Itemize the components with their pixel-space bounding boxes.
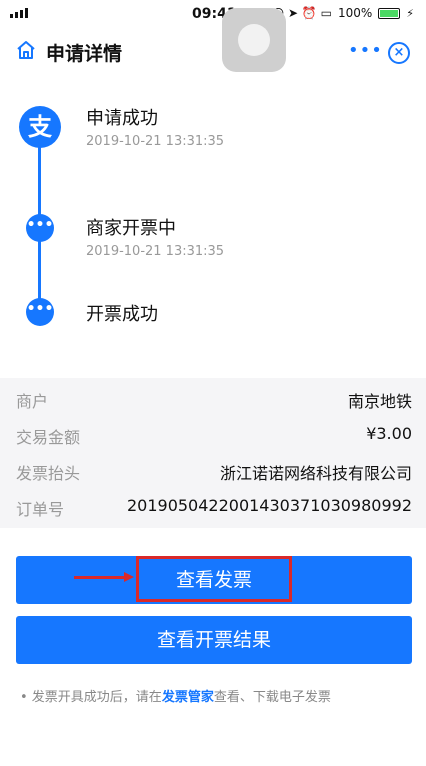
detail-label: 商户: [16, 392, 49, 411]
step-time-issuing: 2019-10-21 13:31:35: [86, 244, 225, 259]
status-icons: @ ➤ ⏰ ▭ 100% ⚡: [272, 6, 414, 20]
battery-icon: [378, 7, 401, 19]
home-icon[interactable]: [16, 40, 36, 60]
detail-label: 订单号: [16, 500, 65, 519]
detail-row-merchant: 商户 南京地铁: [16, 382, 412, 418]
page-title: 申请详情: [46, 43, 123, 65]
step-title-applied: 申请成功: [86, 108, 158, 129]
charging-icon: ⚡: [406, 6, 414, 20]
tip-suffix: 查看、下载电子发票: [213, 690, 331, 705]
view-result-button[interactable]: 查看开票结果: [16, 616, 412, 664]
signal-icon: [10, 8, 28, 18]
detail-row-invoice-title: 发票抬头 浙江诺诺网络科技有限公司: [16, 454, 412, 490]
progress-timeline: 支 申请成功 2019-10-21 13:31:35 ••• 商家开票中 201…: [0, 84, 426, 360]
invoice-details: 商户 南京地铁 交易金额 ¥3.00 发票抬头 浙江诺诺网络科技有限公司 订单号…: [0, 378, 426, 528]
detail-value: 2019050422001430371030980992: [126, 496, 412, 515]
more-icon[interactable]: •••: [348, 42, 383, 60]
step-dot-icon: •••: [26, 214, 54, 242]
battery-percent: 100%: [337, 6, 373, 20]
step-dot-icon: •••: [26, 298, 54, 326]
detail-value: 浙江诺诺网络科技有限公司: [219, 464, 412, 483]
detail-row-order-number: 订单号 2019050422001430371030980992: [16, 490, 412, 526]
tip-text: • 发票开具成功后，请在发票管家查看、下载电子发票: [20, 686, 331, 705]
alipay-logo-icon: 支: [19, 106, 61, 148]
detail-value: ¥3.00: [366, 424, 412, 443]
invoice-manager-link[interactable]: 发票管家: [162, 690, 214, 705]
detail-value: 南京地铁: [347, 392, 412, 411]
step-time-applied: 2019-10-21 13:31:35: [86, 134, 225, 149]
annotation-arrow-icon: [74, 572, 134, 582]
status-bar: 09:41 @ ➤ ⏰ ▭ 100% ⚡: [0, 0, 426, 28]
detail-label: 发票抬头: [16, 464, 81, 483]
step-title-issuing: 商家开票中: [86, 218, 176, 239]
nav-bar: 申请详情 ••• ×: [0, 30, 426, 74]
detail-label: 交易金额: [16, 428, 81, 447]
step-title-issued: 开票成功: [86, 304, 158, 325]
tip-prefix: • 发票开具成功后，请在: [20, 690, 162, 705]
annotation-highlight-box: [136, 556, 292, 602]
close-icon[interactable]: ×: [388, 42, 410, 64]
detail-row-amount: 交易金额 ¥3.00: [16, 418, 412, 454]
